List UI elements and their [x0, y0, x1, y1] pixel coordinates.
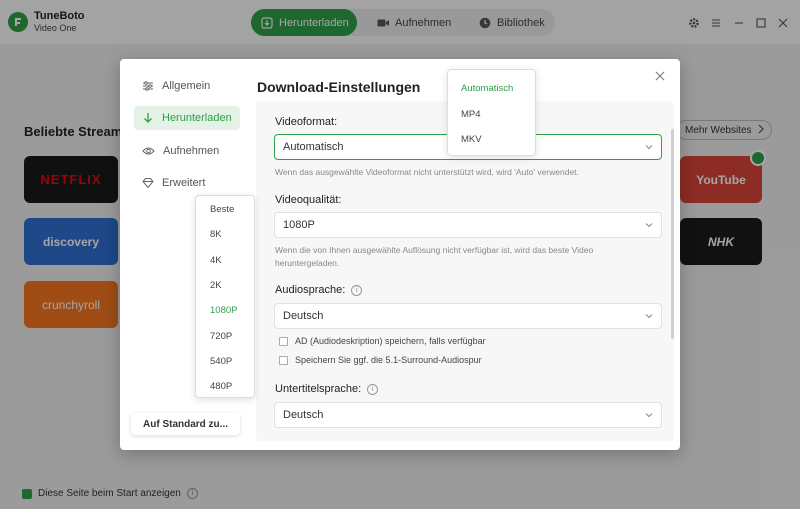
- video-format-label: Videoformat:: [275, 116, 337, 128]
- info-icon[interactable]: i: [367, 383, 379, 395]
- sidebar-item-herunterladen[interactable]: Herunterladen: [134, 106, 240, 130]
- surround-checkbox-row[interactable]: Speichern Sie ggf. die 5.1-Surround-Audi…: [279, 355, 482, 365]
- audio-language-label-text: Audiosprache:: [275, 284, 346, 296]
- dialog-title: Download-Einstellungen: [257, 79, 421, 95]
- reset-defaults-button[interactable]: Auf Standard zu...: [131, 413, 240, 435]
- diamond-icon: [142, 178, 154, 189]
- arrow-down-icon: [144, 113, 152, 123]
- audio-language-label: Audiosprache: i: [275, 284, 363, 296]
- video-quality-value: 1080P: [283, 219, 315, 231]
- chevron-down-icon: [645, 145, 653, 150]
- video-quality-label-text: Videoqualität:: [275, 194, 342, 206]
- ad-checkbox-label: AD (Audiodeskription) speichern, falls v…: [295, 336, 486, 346]
- subtitle-language-select[interactable]: Deutsch: [274, 402, 662, 428]
- sidebar-item-label: Allgemein: [162, 80, 211, 92]
- dropdown-option-540p[interactable]: 540P: [210, 356, 232, 367]
- chevron-down-icon: [645, 314, 653, 319]
- video-quality-label: Videoqualität:: [275, 194, 341, 206]
- dropdown-option-480p[interactable]: 480P: [210, 381, 232, 392]
- sidebar-item-erweitert[interactable]: Erweitert: [134, 171, 240, 195]
- dropdown-option-automatisch[interactable]: Automatisch: [461, 83, 513, 94]
- video-format-hint: Wenn das ausgewählte Videoformat nicht u…: [275, 167, 579, 177]
- video-format-dropdown: Automatisch MP4 MKV: [447, 69, 536, 156]
- sidebar-item-label: Herunterladen: [162, 112, 232, 124]
- sidebar-item-allgemein[interactable]: Allgemein: [134, 74, 240, 98]
- audio-language-select[interactable]: Deutsch: [274, 303, 662, 329]
- dropdown-option-8k[interactable]: 8K: [210, 229, 222, 240]
- dropdown-option-2k[interactable]: 2K: [210, 280, 222, 291]
- dropdown-option-720p[interactable]: 720P: [210, 331, 232, 342]
- surround-checkbox[interactable]: [279, 355, 288, 365]
- subtitle-language-label: Untertitelsprache: i: [275, 383, 379, 395]
- sidebar-item-label: Erweitert: [162, 177, 206, 189]
- dropdown-option-1080p[interactable]: 1080P: [210, 305, 237, 316]
- dropdown-option-beste[interactable]: Beste: [210, 204, 234, 215]
- sidebar-item-aufnehmen[interactable]: Aufnehmen: [134, 139, 240, 163]
- ad-checkbox[interactable]: [279, 336, 288, 346]
- dropdown-option-mkv[interactable]: MKV: [461, 134, 482, 145]
- video-quality-select[interactable]: 1080P: [274, 212, 662, 238]
- eye-icon: [142, 147, 155, 155]
- scrollbar[interactable]: [671, 129, 674, 339]
- ad-checkbox-row[interactable]: AD (Audiodeskription) speichern, falls v…: [279, 336, 486, 346]
- subtitle-language-label-text: Untertitelsprache:: [275, 383, 362, 395]
- subtitle-language-value: Deutsch: [283, 409, 324, 421]
- sliders-icon: [143, 81, 153, 91]
- close-icon[interactable]: [654, 69, 666, 81]
- info-icon[interactable]: i: [351, 284, 363, 296]
- video-quality-hint: Wenn die von Ihnen ausgewählte Auflösung…: [275, 245, 594, 268]
- sidebar-item-label: Aufnehmen: [163, 145, 220, 157]
- audio-language-value: Deutsch: [283, 310, 324, 322]
- video-quality-dropdown: Beste 8K 4K 2K 1080P 720P 540P 480P: [195, 195, 255, 398]
- video-format-value: Automatisch: [283, 141, 344, 153]
- dropdown-option-4k[interactable]: 4K: [210, 255, 222, 266]
- dropdown-option-mp4[interactable]: MP4: [461, 109, 481, 120]
- chevron-down-icon: [645, 223, 653, 228]
- video-format-label-text: Videoformat:: [275, 116, 338, 128]
- chevron-down-icon: [645, 413, 653, 418]
- surround-checkbox-label: Speichern Sie ggf. die 5.1-Surround-Audi…: [295, 355, 482, 365]
